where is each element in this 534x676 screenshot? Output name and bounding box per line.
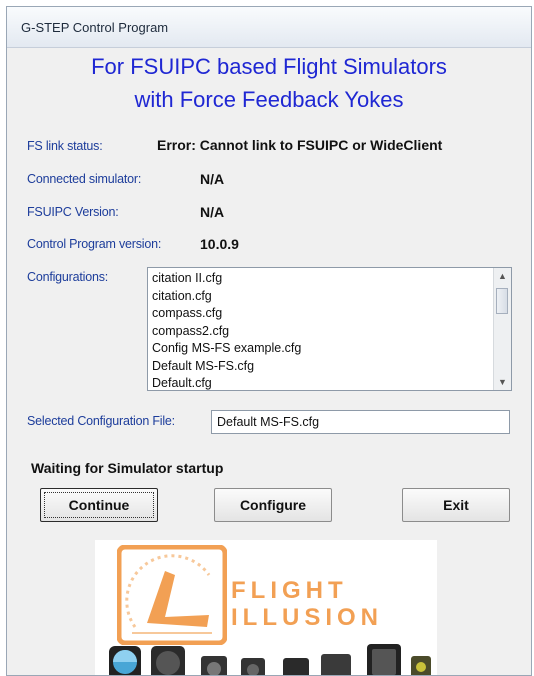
- fsuipc-version-label: FSUIPC Version:: [27, 205, 119, 219]
- configure-button-label: Configure: [239, 497, 307, 513]
- configurations-listbox[interactable]: citation II.cfg citation.cfg compass.cfg…: [147, 267, 512, 391]
- focus-rect: [44, 492, 154, 518]
- configurations-list: citation II.cfg citation.cfg compass.cfg…: [152, 270, 491, 393]
- control-program-version-label: Control Program version:: [27, 237, 162, 251]
- continue-button[interactable]: Continue: [40, 488, 158, 522]
- logo-text-illusion: ILLUSION: [231, 604, 383, 631]
- instrument-gauges-icon: [109, 644, 431, 675]
- exit-button-label: Exit: [443, 497, 469, 513]
- headline-line-1: For FSUIPC based Flight Simulators: [91, 54, 447, 79]
- exit-button[interactable]: Exit: [402, 488, 510, 522]
- selected-config-label: Selected Configuration File:: [27, 414, 175, 428]
- config-list-item[interactable]: Config MS-FS example.cfg: [152, 340, 491, 358]
- configure-button[interactable]: Configure: [214, 488, 332, 522]
- configurations-label: Configurations:: [27, 270, 109, 284]
- title-bar[interactable]: G-STEP Control Program: [7, 7, 531, 48]
- config-list-item[interactable]: Default.cfg: [152, 375, 491, 393]
- scroll-thumb[interactable]: [496, 288, 508, 314]
- headline-line-2: with Force Feedback Yokes: [134, 87, 404, 112]
- config-list-item[interactable]: compass2.cfg: [152, 323, 491, 341]
- scroll-up-arrow-icon[interactable]: ▲: [494, 268, 511, 284]
- config-list-item[interactable]: compass.cfg: [152, 305, 491, 323]
- fs-link-status-label: FS link status:: [27, 139, 103, 153]
- selected-config-field[interactable]: Default MS-FS.cfg: [211, 410, 510, 434]
- scroll-down-arrow-icon[interactable]: ▼: [494, 374, 511, 390]
- config-list-item[interactable]: citation II.cfg: [152, 270, 491, 288]
- config-list-item[interactable]: citation.cfg: [152, 288, 491, 306]
- flight-illusion-logo-area: FLIGHT ILLUSION: [95, 540, 437, 675]
- status-message: Waiting for Simulator startup: [31, 460, 224, 476]
- window-title: G-STEP Control Program: [21, 20, 169, 35]
- config-list-item[interactable]: Default MS-FS.cfg: [152, 358, 491, 376]
- main-window: G-STEP Control Program For FSUIPC based …: [6, 6, 532, 676]
- logo-text-flight: FLIGHT: [231, 577, 348, 604]
- control-program-version-value: 10.0.9: [200, 236, 239, 252]
- list-scrollbar[interactable]: ▲ ▼: [493, 268, 511, 390]
- fsuipc-version-value: N/A: [200, 204, 225, 220]
- connected-simulator-value: N/A: [200, 171, 225, 187]
- connected-simulator-label: Connected simulator:: [27, 172, 142, 186]
- fs-link-status-value: Error: Cannot link to FSUIPC or WideClie…: [157, 137, 443, 153]
- flight-illusion-emblem-icon: [117, 545, 227, 645]
